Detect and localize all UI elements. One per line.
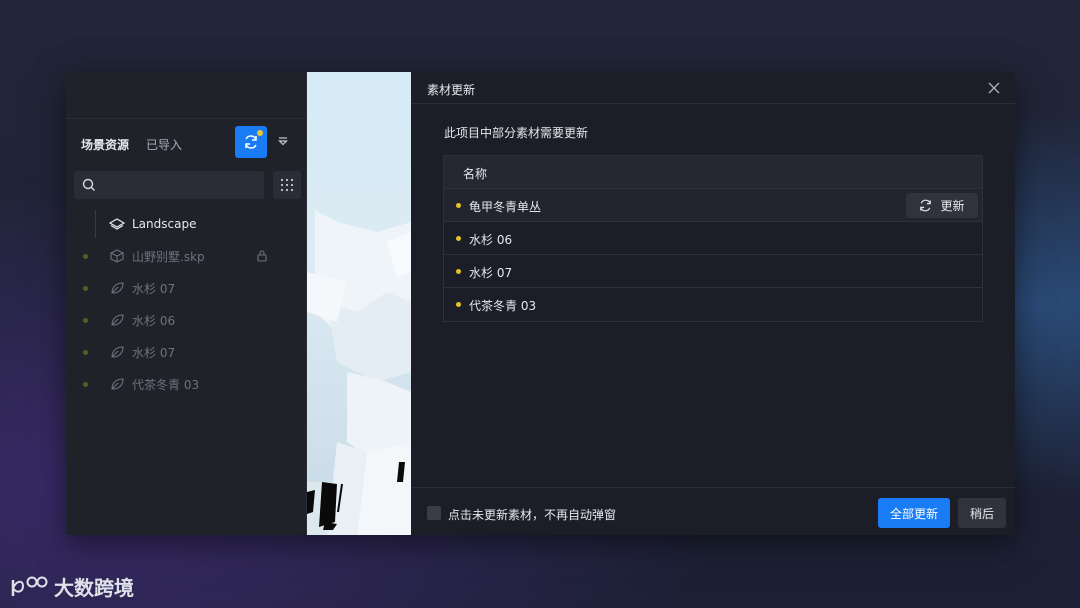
table-row[interactable]: 代茶冬青 03	[444, 288, 982, 321]
status-dot	[456, 269, 461, 274]
watermark-text: 大数跨境	[54, 576, 134, 600]
tree-item-villa[interactable]: 山野别墅.skp	[66, 240, 307, 272]
tree-item-shuishan-06[interactable]: 水杉 06	[66, 304, 307, 336]
dialog-header: 素材更新	[411, 72, 1015, 104]
material-name: 水杉 07	[469, 266, 513, 280]
search-icon	[82, 178, 95, 191]
dont-popup-checkbox[interactable]	[427, 506, 441, 520]
scene-resource-panel: 场景资源 已导入 Landscape 山野别墅.skp 水杉 07 水杉 06 …	[66, 72, 307, 535]
update-all-button[interactable]: 全部更新	[878, 498, 950, 528]
tree-item-label: 水杉 07	[132, 281, 176, 296]
app-window: 场景资源 已导入 Landscape 山野别墅.skp 水杉 07 水杉 06 …	[66, 72, 1015, 535]
tree-item-label: 水杉 07	[132, 345, 176, 360]
search-input[interactable]	[74, 171, 264, 199]
leaf-icon	[111, 378, 124, 390]
panel-tabs: 场景资源 已导入	[66, 126, 307, 162]
viewport-render	[307, 210, 411, 535]
update-button-label: 更新	[940, 199, 965, 213]
tree-item-shuishan-07b[interactable]: 水杉 07	[66, 336, 307, 368]
tab-scene-resources[interactable]: 场景资源	[81, 136, 129, 153]
column-header-name: 名称	[463, 167, 488, 181]
close-icon[interactable]	[987, 81, 1001, 95]
resource-tree: Landscape 山野别墅.skp 水杉 07 水杉 06 水杉 07 代茶冬…	[66, 208, 307, 400]
material-name: 龟甲冬青单丛	[469, 200, 542, 214]
notification-dot	[257, 130, 263, 136]
table-row[interactable]: 水杉 07	[444, 255, 982, 288]
status-dot	[83, 349, 88, 355]
material-update-dialog: 素材更新 此项目中部分素材需要更新 名称 龟甲冬青单丛 更新 水杉 06 水杉 …	[411, 72, 1015, 535]
dialog-title: 素材更新	[427, 83, 476, 97]
tree-item-landscape[interactable]: Landscape	[66, 208, 307, 240]
cube-icon	[110, 249, 124, 263]
tree-item-label: 代茶冬青 03	[132, 377, 200, 392]
tab-imported[interactable]: 已导入	[146, 136, 182, 153]
panel-topbar	[66, 72, 306, 119]
leaf-icon	[111, 282, 124, 294]
material-name: 代茶冬青 03	[469, 299, 537, 313]
table-header: 名称	[444, 156, 982, 189]
dropdown-arrow-icon[interactable]	[277, 135, 289, 147]
table-row[interactable]: 龟甲冬青单丛 更新	[444, 189, 982, 222]
grid-view-button[interactable]	[273, 171, 301, 199]
leaf-icon	[111, 314, 124, 326]
lock-icon[interactable]	[256, 249, 268, 263]
tree-guide-line	[95, 210, 96, 238]
status-dot	[83, 285, 88, 291]
status-dot	[83, 381, 88, 387]
watermark: 大数跨境	[10, 572, 134, 601]
tree-item-label: 山野别墅.skp	[132, 249, 205, 264]
update-button[interactable]: 更新	[906, 193, 978, 218]
tree-item-daicha-03[interactable]: 代茶冬青 03	[66, 368, 307, 400]
brand-logo-icon	[11, 576, 48, 596]
sync-icon	[245, 135, 257, 149]
layers-icon	[109, 218, 125, 230]
sync-button[interactable]	[235, 126, 267, 158]
table-row[interactable]: 水杉 06	[444, 222, 982, 255]
status-dot	[83, 317, 88, 323]
status-dot	[83, 253, 88, 259]
status-dot	[456, 203, 461, 208]
dialog-footer: 点击未更新素材，不再自动弹窗 全部更新 稍后	[411, 487, 1015, 535]
dialog-notice: 此项目中部分素材需要更新	[444, 126, 589, 140]
tree-item-label: Landscape	[132, 217, 197, 231]
checkbox-label: 点击未更新素材，不再自动弹窗	[448, 508, 617, 522]
tree-item-shuishan-07[interactable]: 水杉 07	[66, 272, 307, 304]
materials-table: 名称 龟甲冬青单丛 更新 水杉 06 水杉 07 代茶冬青 03	[443, 155, 983, 322]
scene-viewport[interactable]	[307, 72, 411, 535]
status-dot	[456, 302, 461, 307]
grid-icon	[280, 178, 294, 192]
leaf-icon	[111, 346, 124, 358]
later-button[interactable]: 稍后	[958, 498, 1006, 528]
material-name: 水杉 06	[469, 233, 513, 247]
tree-item-label: 水杉 06	[132, 313, 176, 328]
refresh-icon	[920, 199, 932, 212]
status-dot	[456, 236, 461, 241]
